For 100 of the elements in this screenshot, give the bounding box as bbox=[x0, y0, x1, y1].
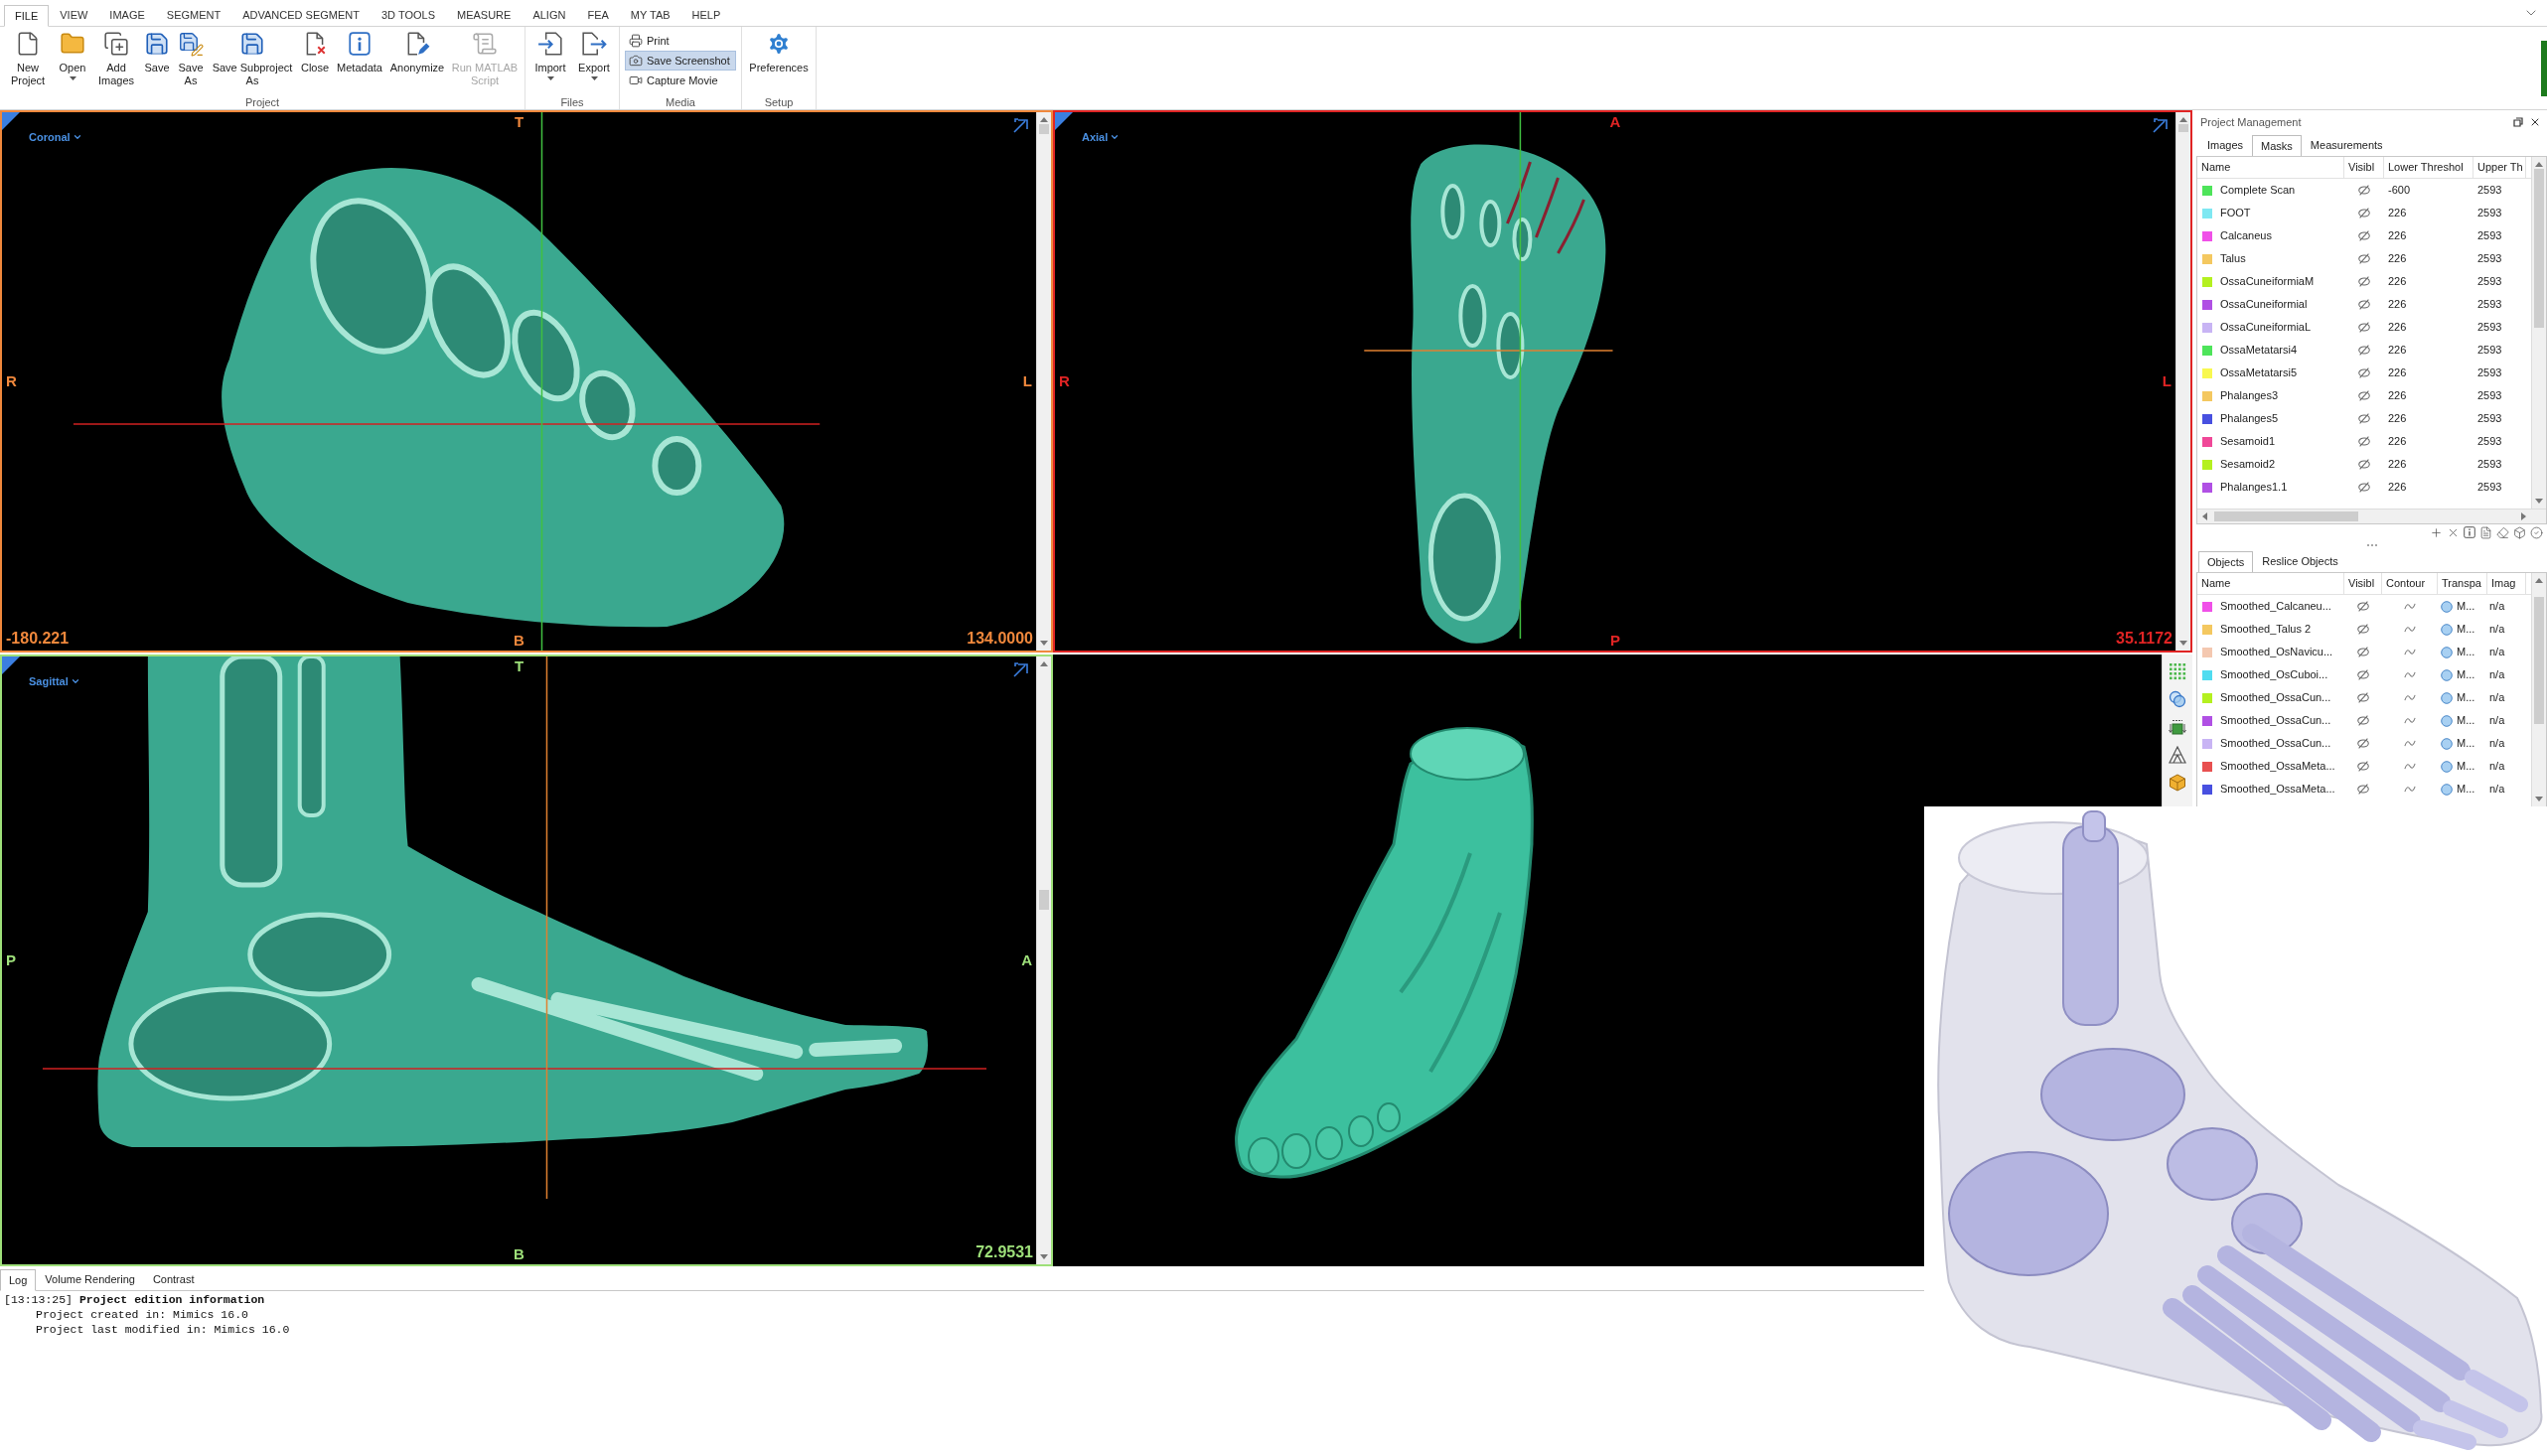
ribbon-menu-item[interactable]: Save Screenshot bbox=[625, 51, 736, 71]
ribbon-button[interactable]: Add Images bbox=[94, 31, 138, 95]
tab[interactable]: Objects bbox=[2198, 551, 2254, 573]
ribbon-button[interactable]: Export bbox=[574, 31, 614, 95]
scroll-up-icon[interactable] bbox=[2535, 578, 2543, 583]
expand-icon[interactable] bbox=[2152, 118, 2168, 134]
eye-off-icon[interactable] bbox=[2356, 669, 2370, 680]
scroll-up-icon[interactable] bbox=[1040, 117, 1048, 122]
ribbon-button[interactable]: Save bbox=[142, 31, 172, 95]
ribbon-button[interactable]: Close bbox=[299, 31, 331, 95]
menu-tab[interactable]: ADVANCED SEGMENT bbox=[231, 4, 371, 26]
eye-off-icon[interactable] bbox=[2357, 322, 2371, 333]
scroll-left-icon[interactable] bbox=[2202, 512, 2207, 520]
plus-icon[interactable] bbox=[2430, 525, 2443, 539]
menu-tab[interactable]: FEA bbox=[576, 4, 620, 26]
object-name[interactable]: Smoothed_OsNavicu... bbox=[2220, 644, 2333, 660]
eraser-icon[interactable] bbox=[2496, 525, 2509, 539]
wave-icon[interactable] bbox=[2404, 648, 2416, 656]
eye-off-icon[interactable] bbox=[2357, 299, 2371, 310]
circle-icon[interactable] bbox=[2441, 691, 2453, 704]
scroll-down-icon[interactable] bbox=[1040, 641, 1048, 646]
column-header[interactable]: Lower Threshol bbox=[2384, 157, 2473, 178]
scroll-up-icon[interactable] bbox=[2535, 162, 2543, 167]
ribbon-button[interactable]: Import bbox=[530, 31, 570, 95]
eye-off-icon[interactable] bbox=[2357, 253, 2371, 264]
eye-off-icon[interactable] bbox=[2357, 276, 2371, 287]
column-header[interactable]: Imag bbox=[2487, 573, 2526, 594]
eye-off-icon[interactable] bbox=[2356, 738, 2370, 749]
view-dropdown[interactable]: Sagittal bbox=[29, 673, 80, 690]
tab[interactable]: Volume Rendering bbox=[36, 1269, 144, 1290]
check-circle-icon[interactable] bbox=[2530, 525, 2543, 539]
scrollbar-thumb[interactable] bbox=[1039, 890, 1049, 910]
box-arrows-icon[interactable] bbox=[2169, 718, 2186, 736]
column-header[interactable]: Transpa bbox=[2438, 573, 2487, 594]
view-dropdown[interactable]: Coronal bbox=[29, 129, 82, 146]
eye-off-icon[interactable] bbox=[2357, 482, 2371, 493]
eye-off-icon[interactable] bbox=[2357, 413, 2371, 424]
object-name[interactable]: Smoothed_Calcaneu... bbox=[2220, 598, 2331, 615]
menu-tab[interactable]: FILE bbox=[4, 5, 50, 27]
cube-icon[interactable] bbox=[2513, 525, 2526, 539]
scrollbar-thumb[interactable] bbox=[2534, 169, 2544, 328]
tab[interactable]: Reslice Objects bbox=[2253, 551, 2347, 572]
ribbon-button[interactable]: New Project bbox=[5, 31, 51, 95]
tab[interactable]: Log bbox=[0, 1269, 37, 1291]
menu-tab[interactable]: SEGMENT bbox=[155, 4, 232, 26]
scrollbar[interactable] bbox=[2175, 112, 2190, 651]
scrollbar[interactable] bbox=[2531, 573, 2546, 806]
mask-name[interactable]: Complete Scan bbox=[2220, 182, 2296, 199]
column-header[interactable]: Name bbox=[2197, 573, 2344, 594]
mask-name[interactable]: Phalanges3 bbox=[2220, 387, 2279, 404]
mask-name[interactable]: Talus bbox=[2220, 250, 2246, 267]
circle-icon[interactable] bbox=[2441, 737, 2453, 750]
circle-icon[interactable] bbox=[2441, 783, 2453, 796]
wave-icon[interactable] bbox=[2404, 625, 2416, 634]
eye-off-icon[interactable] bbox=[2357, 345, 2371, 356]
circle-icon[interactable] bbox=[2441, 668, 2453, 681]
object-name[interactable]: Smoothed_OssaCun... bbox=[2220, 735, 2331, 752]
wave-icon[interactable] bbox=[2404, 602, 2416, 611]
wave-icon[interactable] bbox=[2404, 716, 2416, 725]
column-header[interactable]: Name bbox=[2197, 157, 2344, 178]
object-name[interactable]: Smoothed_OssaCun... bbox=[2220, 712, 2331, 729]
column-header[interactable]: Visibl bbox=[2344, 573, 2382, 594]
mask-name[interactable]: Sesamoid1 bbox=[2220, 433, 2276, 450]
mask-name[interactable]: Sesamoid2 bbox=[2220, 456, 2276, 473]
object-name[interactable]: Smoothed_Talus 2 bbox=[2220, 621, 2312, 638]
eye-off-icon[interactable] bbox=[2356, 784, 2370, 795]
restore-icon[interactable] bbox=[2513, 117, 2523, 127]
eye-off-icon[interactable] bbox=[2357, 459, 2371, 470]
scroll-up-icon[interactable] bbox=[1040, 661, 1048, 666]
scrollbar-thumb[interactable] bbox=[2178, 124, 2188, 132]
menu-tab[interactable]: 3D TOOLS bbox=[371, 4, 446, 26]
eye-off-icon[interactable] bbox=[2357, 367, 2371, 378]
scrollbar-thumb[interactable] bbox=[2534, 597, 2544, 724]
eye-off-icon[interactable] bbox=[2356, 692, 2370, 703]
circle-icon[interactable] bbox=[2441, 714, 2453, 727]
overlapping-circles-icon[interactable] bbox=[2169, 690, 2186, 708]
ribbon-button[interactable]: Save Subproject As bbox=[210, 31, 295, 95]
menu-tab[interactable]: VIEW bbox=[49, 4, 99, 26]
mask-name[interactable]: Phalanges5 bbox=[2220, 410, 2279, 427]
ribbon-button[interactable]: Preferences bbox=[747, 31, 811, 95]
scrollbar[interactable] bbox=[1036, 656, 1051, 1264]
eye-off-icon[interactable] bbox=[2357, 436, 2371, 447]
mask-name[interactable]: Phalanges1.1 bbox=[2220, 479, 2288, 496]
object-name[interactable]: Smoothed_OsCuboi... bbox=[2220, 666, 2328, 683]
ribbon-button[interactable]: Save As bbox=[176, 31, 206, 95]
eye-off-icon[interactable] bbox=[2357, 208, 2371, 218]
horizontal-scrollbar[interactable] bbox=[2197, 509, 2546, 523]
dot-grid-icon[interactable] bbox=[2169, 662, 2186, 680]
eye-off-icon[interactable] bbox=[2356, 761, 2370, 772]
eye-off-icon[interactable] bbox=[2357, 230, 2371, 241]
column-header[interactable]: Visibl bbox=[2344, 157, 2384, 178]
mask-name[interactable]: OssaMetatarsi4 bbox=[2220, 342, 2298, 359]
object-name[interactable]: Smoothed_OssaMeta... bbox=[2220, 758, 2335, 775]
tab[interactable]: Measurements bbox=[2301, 135, 2392, 156]
scroll-down-icon[interactable] bbox=[1040, 1254, 1048, 1259]
close-icon[interactable] bbox=[2529, 116, 2541, 128]
eye-off-icon[interactable] bbox=[2356, 601, 2370, 612]
expand-icon[interactable] bbox=[1012, 662, 1028, 678]
circle-icon[interactable] bbox=[2441, 760, 2453, 773]
scrollbar-thumb[interactable] bbox=[2214, 511, 2358, 521]
